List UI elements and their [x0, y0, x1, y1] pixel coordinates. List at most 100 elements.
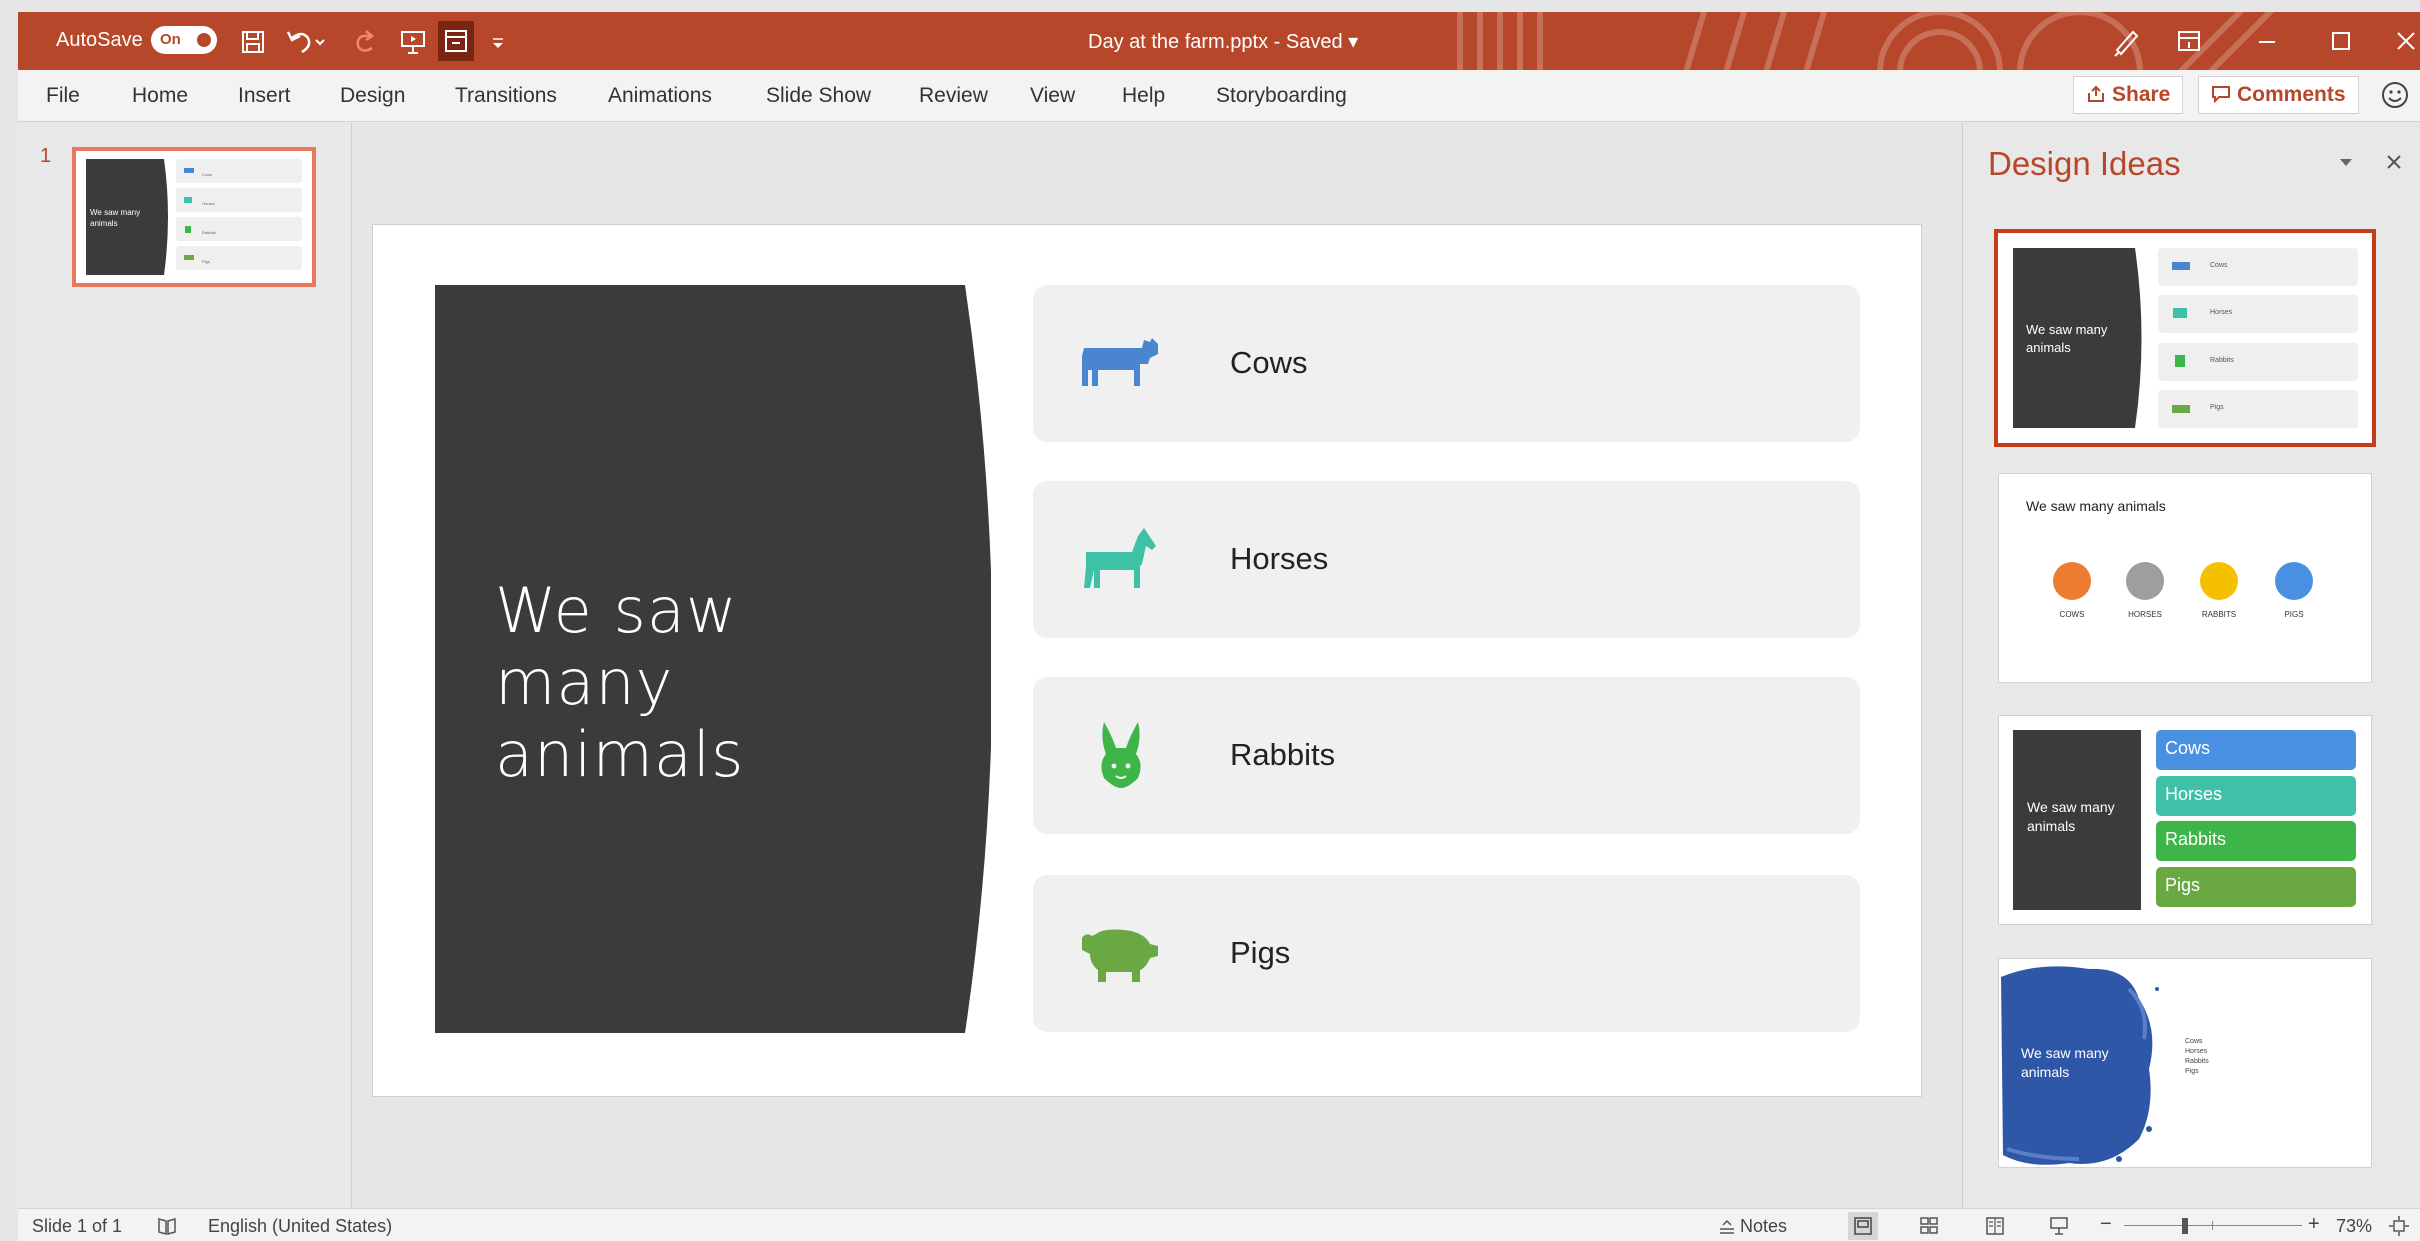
idea-4-item-3: Rabbits	[2185, 1058, 2209, 1065]
design-idea-2[interactable]: We saw many animals COWS HORSES RABBITS …	[1998, 473, 2372, 683]
rabbit-icon	[1101, 722, 1141, 788]
slide-count: Slide 1 of 1	[32, 1216, 123, 1236]
autosave-toggle[interactable]: On	[151, 26, 217, 54]
slide[interactable]: We saw many animals Cows Horses Rabbits …	[372, 224, 1922, 1097]
tab-insert[interactable]: Insert	[238, 84, 291, 108]
idea-2-title: We saw many animals	[2026, 498, 2166, 514]
more-commands-icon[interactable]	[488, 26, 508, 58]
tab-slide-show[interactable]: Slide Show	[766, 84, 871, 108]
rabbits-label: Rabbits	[1230, 737, 1336, 772]
idea-3-item-2: Horses	[2156, 776, 2356, 816]
maximize-icon[interactable]	[2318, 22, 2364, 60]
comments-button[interactable]: Comments	[2198, 76, 2359, 114]
idea-3-item-4: Pigs	[2156, 867, 2356, 907]
design-ideas-title: Design Ideas	[1988, 145, 2181, 182]
designer-pen-icon[interactable]	[2103, 22, 2149, 60]
undo-icon[interactable]	[282, 26, 326, 58]
thumbnail-item-2: Horses	[202, 201, 215, 206]
horses-label: Horses	[1230, 541, 1329, 576]
idea-4-item-1: Cows	[2185, 1038, 2203, 1045]
tab-help[interactable]: Help	[1122, 84, 1165, 108]
zoom-slider-center-tick	[2212, 1221, 2213, 1230]
notes-button[interactable]: Notes	[1740, 1216, 1787, 1237]
idea-3-item-1: Cows	[2156, 730, 2356, 770]
design-idea-1[interactable]: We saw many animals Cows Horses Rabbits …	[1994, 229, 2376, 447]
idea-4-title: We saw many animals	[2021, 1045, 2109, 1080]
idea-4-item-4: Pigs	[2185, 1068, 2199, 1075]
slide-thumbnail[interactable]: We saw many animals Cows Horses Rabbits …	[72, 147, 316, 287]
minimize-icon[interactable]	[2244, 22, 2290, 60]
pigs-label: Pigs	[1230, 935, 1291, 970]
zoom-slider-thumb[interactable]	[2182, 1218, 2188, 1234]
close-pane-icon[interactable]	[2381, 149, 2407, 175]
close-window-icon[interactable]	[2390, 22, 2420, 60]
window-left-edge	[0, 0, 18, 1241]
redo-icon	[348, 26, 382, 58]
slide-show-view-icon[interactable]	[2048, 1215, 2070, 1237]
cows-label: Cows	[1230, 345, 1308, 380]
status-bar: Slide 1 of 1 English (United States) Not…	[18, 1208, 2420, 1241]
idea-2-item-2: HORSES	[2128, 610, 2162, 619]
idea-1-item-1: Cows	[2210, 262, 2228, 269]
design-idea-3[interactable]: We saw many animals Cows Horses Rabbits …	[1998, 715, 2372, 925]
fit-slide-to-window-icon[interactable]	[2388, 1215, 2410, 1237]
thumbnail-number: 1	[40, 145, 52, 167]
normal-view-icon[interactable]	[1848, 1212, 1878, 1240]
idea-2-item-1: COWS	[2059, 610, 2085, 619]
notes-icon	[1720, 1219, 1734, 1234]
zoom-in-button[interactable]: +	[2308, 1213, 2320, 1236]
idea-3-item-3: Rabbits	[2156, 821, 2356, 861]
pane-options-chevron-icon[interactable]	[2333, 149, 2359, 175]
title-bar: AutoSave On Day at the farm.pptx - Saved…	[18, 12, 2420, 70]
thumbnail-item-4: Pigs	[202, 259, 210, 264]
customize-qat-active-icon[interactable]	[438, 21, 474, 61]
idea-4-bullets: Cows Horses Rabbits Pigs	[2185, 1037, 2209, 1077]
cows-card[interactable]: Cows	[1033, 285, 1860, 442]
design-ideas-pane: Design Ideas We saw many animals Cows Ho…	[1962, 123, 2420, 1208]
tab-design[interactable]: Design	[340, 84, 405, 108]
slide-thumbnail-pane: 1 We saw many animals Cows Horses Rabbit…	[18, 123, 352, 1208]
feedback-smiley-icon[interactable]	[2380, 80, 2410, 110]
idea-1-title: We saw many animals	[2026, 322, 2108, 355]
comment-icon	[2212, 86, 2230, 104]
tab-animations[interactable]: Animations	[608, 84, 712, 108]
spelling-check-icon[interactable]	[156, 1215, 178, 1237]
share-button[interactable]: Share	[2073, 76, 2184, 114]
ribbon-tabs: File Home Insert Design Transitions Anim…	[18, 70, 2420, 122]
tab-transitions[interactable]: Transitions	[455, 84, 557, 108]
tab-view[interactable]: View	[1030, 84, 1075, 108]
rabbits-card[interactable]: Rabbits	[1033, 677, 1860, 834]
idea-3-title: We saw many animals	[2027, 799, 2115, 834]
share-label: Share	[2112, 83, 2171, 106]
save-icon[interactable]	[236, 26, 270, 58]
idea-1-item-4: Pigs	[2210, 404, 2224, 411]
tab-storyboarding[interactable]: Storyboarding	[1216, 84, 1347, 108]
slide-title[interactable]: We saw many animals	[495, 575, 915, 791]
idea-4-item-2: Horses	[2185, 1048, 2208, 1055]
slide-sorter-icon[interactable]	[1918, 1215, 1940, 1237]
idea-1-item-2: Horses	[2210, 309, 2233, 316]
autosave-label: AutoSave	[56, 29, 143, 51]
thumbnail-title: We saw many animals	[90, 208, 141, 228]
zoom-level[interactable]: 73%	[2336, 1216, 2372, 1237]
idea-1-item-3: Rabbits	[2210, 357, 2234, 364]
document-title[interactable]: Day at the farm.pptx - Saved ▾	[1088, 29, 1358, 54]
pigs-card[interactable]: Pigs	[1033, 875, 1860, 1032]
zoom-slider[interactable]	[2124, 1225, 2302, 1226]
tab-file[interactable]: File	[46, 84, 80, 108]
design-idea-4[interactable]: We saw many animals Cows Horses Rabbits …	[1998, 958, 2372, 1168]
tab-home[interactable]: Home	[132, 84, 188, 108]
language-status[interactable]: English (United States)	[208, 1216, 392, 1237]
tab-review[interactable]: Review	[919, 84, 988, 108]
reading-view-icon[interactable]	[1984, 1215, 2006, 1237]
autosave-state: On	[160, 31, 181, 48]
start-presentation-icon[interactable]	[396, 26, 430, 58]
idea-2-rabbit-icon	[2200, 562, 2238, 600]
pig-icon	[1082, 929, 1158, 982]
horses-card[interactable]: Horses	[1033, 481, 1860, 638]
idea-2-horse-icon	[2126, 562, 2164, 600]
zoom-out-button[interactable]: −	[2100, 1213, 2112, 1236]
comments-label: Comments	[2237, 83, 2346, 106]
ribbon-display-options-icon[interactable]	[2166, 22, 2212, 60]
thumbnail-item-3: Rabbits	[202, 230, 216, 235]
